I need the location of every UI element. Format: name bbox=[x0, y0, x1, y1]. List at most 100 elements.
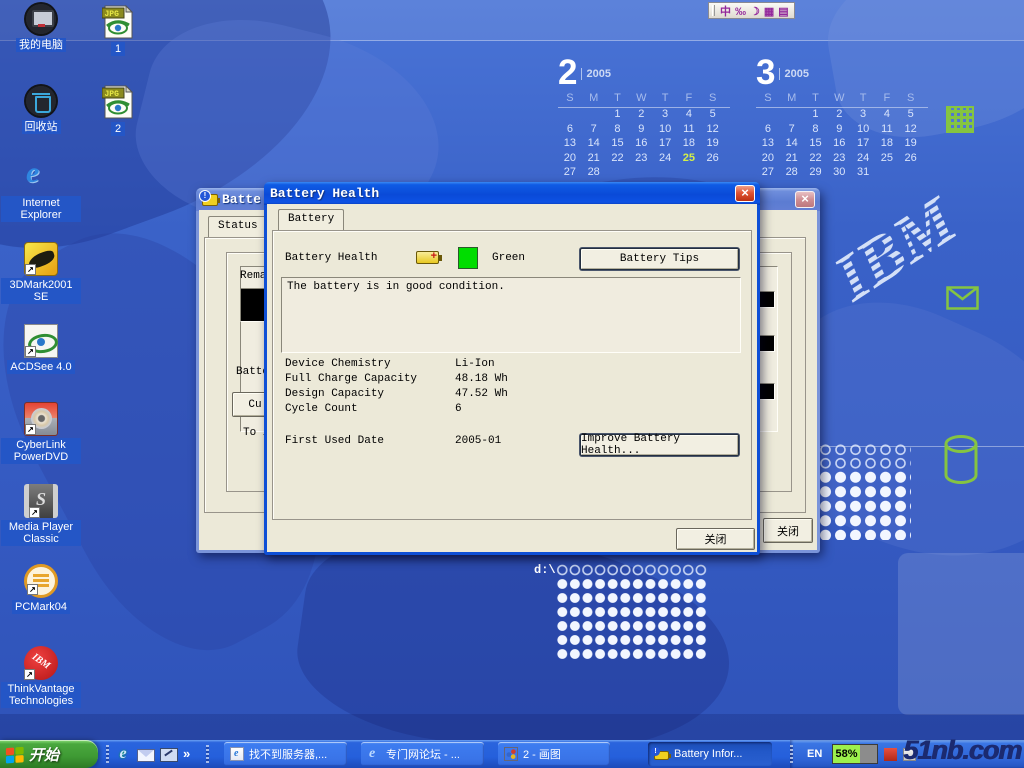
keyboard-icon[interactable]: ▦ bbox=[764, 6, 774, 18]
improve-battery-health-button[interactable]: Improve Battery Health... bbox=[580, 434, 739, 456]
file-label: 2 bbox=[111, 122, 125, 136]
tray-grip bbox=[790, 745, 793, 763]
battery-icon bbox=[654, 751, 669, 760]
ime-punctuation-icon[interactable]: ☽ bbox=[750, 6, 760, 18]
ie-icon[interactable]: e bbox=[114, 745, 132, 763]
powerdvd-icon: ↗ bbox=[24, 402, 58, 436]
calendar-day: 9 bbox=[629, 123, 653, 138]
jpg-file[interactable]: JPG1 bbox=[94, 4, 142, 56]
desktop-icon-powerdvd[interactable]: ↗CyberLink PowerDVD bbox=[0, 402, 82, 464]
battery-health-icon bbox=[416, 251, 439, 264]
calendar-day: 13 bbox=[756, 137, 780, 152]
start-button[interactable]: 开始 bbox=[0, 740, 98, 768]
acdsee-icon: ↗ bbox=[24, 324, 58, 358]
show-desktop-icon[interactable] bbox=[160, 748, 178, 762]
shortcut-arrow-icon: ↗ bbox=[29, 507, 40, 518]
first-used-label: First Used Date bbox=[285, 435, 455, 447]
detail-row: Full Charge Capacity48.18 Wh bbox=[285, 373, 508, 388]
outlook-express-icon[interactable] bbox=[137, 749, 155, 762]
ime-pad-icon[interactable]: ▤ bbox=[778, 6, 788, 18]
weekday-label: S bbox=[756, 92, 780, 107]
close-icon[interactable]: × bbox=[795, 191, 815, 208]
calendar-month-header: 32005 bbox=[756, 56, 928, 92]
close-button[interactable]: 关闭 bbox=[676, 528, 755, 550]
weekday-label: S bbox=[899, 92, 923, 107]
desktop-icon-label: 我的电脑 bbox=[16, 38, 66, 52]
weekday-label: F bbox=[875, 92, 899, 107]
tray-icon[interactable] bbox=[884, 748, 897, 761]
dialog-titlebar[interactable]: Battery Health × bbox=[264, 182, 760, 205]
calendar-day: 8 bbox=[606, 123, 630, 138]
weekday-label: M bbox=[780, 92, 804, 107]
windows-flag-icon bbox=[5, 745, 25, 764]
calendar-day: 7 bbox=[780, 123, 804, 138]
tab-status[interactable]: Status bbox=[208, 216, 268, 237]
weekday-label: W bbox=[629, 92, 653, 107]
jpg-file[interactable]: JPG 2 bbox=[94, 84, 142, 136]
tab-battery[interactable]: Battery bbox=[278, 209, 344, 230]
calendar-day: 10 bbox=[851, 123, 875, 138]
pcmark04-icon: ↗ bbox=[24, 564, 58, 598]
weekday-label: T bbox=[804, 92, 828, 107]
taskbar-task-ie-page[interactable]: 找不到服务器,... bbox=[224, 742, 347, 766]
desktop-icon-label: PCMark04 bbox=[12, 600, 70, 614]
calendar-day: 22 bbox=[804, 152, 828, 167]
desktop-icon-thinkvantage[interactable]: IBM↗ThinkVantage Technologies bbox=[0, 646, 82, 708]
overflow-chevron-icon[interactable]: » bbox=[183, 745, 201, 763]
desktop-icon-3dmark2001-se[interactable]: ↗3DMark2001 SE bbox=[0, 242, 82, 304]
language-bar[interactable]: 中 ‰ ☽ ▦ ▤ bbox=[708, 2, 795, 19]
dialog-title: Battery Health bbox=[270, 186, 379, 201]
calendar-day: 20 bbox=[756, 152, 780, 167]
calendar-day: 16 bbox=[827, 137, 851, 152]
calendar-weekday-row: SMTWTFS bbox=[558, 92, 730, 108]
watermark: 51nb.com bbox=[903, 735, 1021, 766]
calendar-day: 28 bbox=[582, 166, 606, 181]
detail-label: Device Chemistry bbox=[285, 358, 455, 373]
close-button[interactable]: 关闭 bbox=[763, 518, 813, 543]
tray-battery-meter[interactable]: 58% bbox=[832, 744, 878, 764]
desktop-icon-pcmark04[interactable]: ↗ PCMark04 bbox=[0, 564, 82, 614]
calendar-weekday-row: SMTWTFS bbox=[756, 92, 928, 108]
calendar-day: 28 bbox=[780, 166, 804, 181]
calendar-day: 9 bbox=[827, 123, 851, 138]
calendar-day: 26 bbox=[899, 152, 923, 167]
calendar-week-row: 6789101112 bbox=[558, 123, 730, 138]
calendar-day: 19 bbox=[899, 137, 923, 152]
my-computer-icon bbox=[24, 2, 58, 36]
quick-launch-grip[interactable] bbox=[106, 745, 109, 763]
desktop-icon-recycle-bin[interactable]: 回收站 bbox=[0, 84, 82, 134]
ime-chinese-mode-icon[interactable]: 中 bbox=[720, 6, 731, 18]
ime-width-toggle-icon[interactable]: ‰ bbox=[735, 6, 746, 18]
calendar-day bbox=[701, 166, 725, 181]
wallpaper-bottom-band bbox=[0, 714, 1024, 740]
quick-launch-grip[interactable] bbox=[206, 745, 209, 763]
battery-alert-icon bbox=[202, 194, 218, 206]
desktop-icon-internet-explorer[interactable]: eInternet Explorer bbox=[0, 160, 82, 222]
quick-launch-bar: e » bbox=[102, 740, 213, 768]
taskbar-task-battery[interactable]: Battery Infor... bbox=[648, 742, 772, 766]
window-title: Batte bbox=[222, 192, 261, 207]
close-icon[interactable]: × bbox=[735, 185, 755, 202]
jpg-thumbnail-icon: JPG bbox=[101, 84, 135, 120]
calendar-day: 26 bbox=[701, 152, 725, 167]
desktop-icon-mpc[interactable]: S↗Media Player Classic bbox=[0, 484, 82, 546]
calendar-day bbox=[653, 166, 677, 181]
calendar-day: 3 bbox=[851, 108, 875, 123]
battery-tips-button[interactable]: Battery Tips bbox=[580, 248, 739, 270]
task-button-area: 找不到服务器,... 专门网论坛 - ... 2 - 画图 Battery Infor… bbox=[224, 742, 772, 766]
language-bar-grip[interactable] bbox=[712, 5, 715, 16]
calendar-day bbox=[606, 166, 630, 181]
shortcut-arrow-icon: ↗ bbox=[27, 584, 38, 595]
dot-matrix bbox=[818, 470, 911, 540]
desktop-icon-acdsee[interactable]: ↗ACDSee 4.0 bbox=[0, 324, 82, 374]
dot-matrix bbox=[818, 443, 911, 470]
desktop-icon-my-computer[interactable]: 我的电脑 bbox=[0, 2, 82, 52]
task-label: 2 - 画图 bbox=[523, 746, 561, 762]
task-label: Battery Infor... bbox=[674, 748, 742, 760]
taskbar-task-ie[interactable]: 专门网论坛 - ... bbox=[361, 742, 484, 766]
detail-label: Full Charge Capacity bbox=[285, 373, 455, 388]
calendar-day: 4 bbox=[677, 108, 701, 123]
taskbar-task-paint[interactable]: 2 - 画图 bbox=[498, 742, 610, 766]
calendar-day: 3 bbox=[653, 108, 677, 123]
language-indicator[interactable]: EN bbox=[807, 748, 822, 760]
